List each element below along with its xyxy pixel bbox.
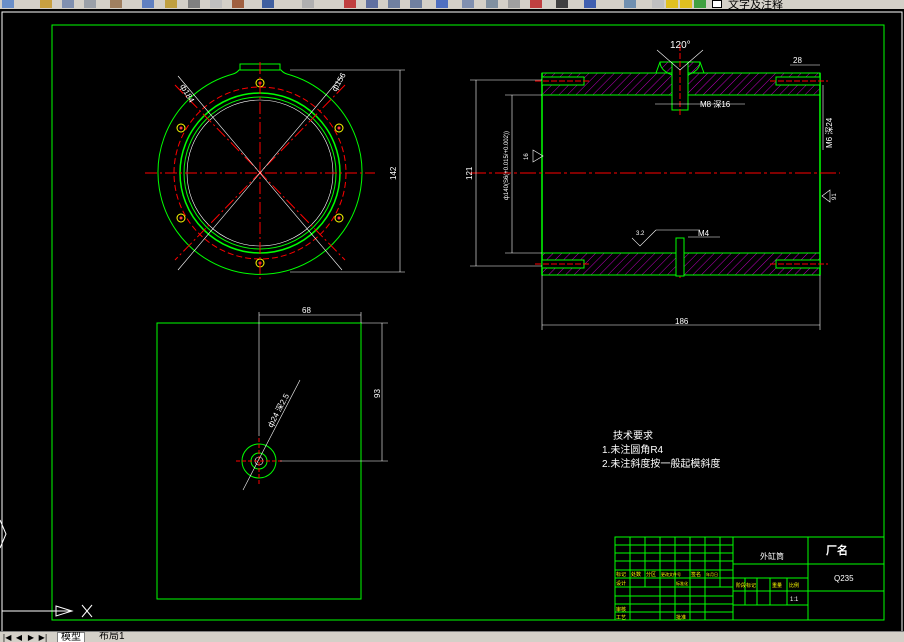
dim-left-outer: 121 xyxy=(465,166,474,180)
tb-label-bili: 比例 xyxy=(789,582,799,589)
tech-item-2: 2.未注斜度按一般起模斜度 xyxy=(602,457,720,470)
design-center-icon[interactable] xyxy=(462,0,474,8)
tb-label-shenhe: 审核 xyxy=(616,606,626,613)
zoom-previous-icon[interactable] xyxy=(366,0,378,8)
tb-label-biaozhunhua: 标准化 xyxy=(676,580,688,586)
lock-icon[interactable] xyxy=(680,0,692,8)
tb-part-name: 外缸筒 xyxy=(760,551,784,561)
tb-material: Q235 xyxy=(834,574,854,583)
dim-height: 142 xyxy=(389,166,398,180)
dim-inner: ф140(S6(+0.015/+0.002)) xyxy=(504,131,510,200)
tool-palette-icon[interactable] xyxy=(486,0,498,8)
print-icon[interactable] xyxy=(62,0,74,8)
plate-dim-width: 68 xyxy=(302,306,311,315)
dim-length: 186 xyxy=(675,317,689,326)
help-icon[interactable] xyxy=(584,0,596,8)
preview-icon[interactable] xyxy=(84,0,96,8)
undo-icon[interactable] xyxy=(210,0,222,8)
thread-m6: M6 深24 xyxy=(825,117,834,148)
calculator-icon[interactable] xyxy=(556,0,568,8)
sun-icon[interactable] xyxy=(666,0,678,8)
tb-label-gongyi: 工艺 xyxy=(616,615,626,621)
layout-tab-bar: |◀ ◀ ▶ ▶| 模型 布局1 xyxy=(0,631,904,642)
tb-company: 厂名 xyxy=(826,543,848,557)
open-icon[interactable] xyxy=(40,0,52,8)
save-icon[interactable] xyxy=(2,0,14,8)
roughness-left: 16 xyxy=(524,153,530,160)
drawing-canvas[interactable]: ф184 ф156 142 121 ф140(S6(+0.015/+0.002)… xyxy=(0,9,904,631)
zoom-out-icon[interactable] xyxy=(410,0,422,8)
roughness-small: 3.2 xyxy=(636,231,645,237)
thread-m8: M8 深16 xyxy=(700,100,731,109)
lightbulb-icon[interactable] xyxy=(652,0,664,8)
zoom-window-icon[interactable] xyxy=(344,0,356,8)
plate-dim-height: 93 xyxy=(373,389,382,398)
roughness-right: 91 xyxy=(832,193,838,200)
tb-label-fenqu: 分区 xyxy=(646,571,656,578)
dim-angle: 120° xyxy=(670,40,691,51)
layer-color-icon[interactable] xyxy=(712,0,722,8)
redo-icon[interactable] xyxy=(232,0,244,8)
tb-label-biaoji: 标记 xyxy=(616,571,626,578)
tb-scale: 1:1 xyxy=(790,597,799,603)
tb-label-nianyueri: 年月日 xyxy=(706,571,718,577)
tb-label-zhongliang: 重量 xyxy=(772,582,782,589)
copy-icon[interactable] xyxy=(142,0,154,8)
tb-label-pizhun: 批准 xyxy=(676,614,686,621)
thread-m4: M4 xyxy=(698,229,710,238)
sheet-set-icon[interactable] xyxy=(508,0,520,8)
color-swatch-icon[interactable] xyxy=(694,0,706,8)
tech-title: 技术要求 xyxy=(613,429,653,442)
cut-icon[interactable] xyxy=(110,0,122,8)
pan-icon[interactable] xyxy=(262,0,274,8)
markup-icon[interactable] xyxy=(530,0,542,8)
tb-label-genggai: 更改文件号 xyxy=(661,571,681,577)
tb-label-chushu: 处数 xyxy=(631,571,641,578)
zoom-in-icon[interactable] xyxy=(388,0,400,8)
zoom-realtime-icon[interactable] xyxy=(302,0,314,8)
dim-right: 28 xyxy=(793,56,802,65)
tb-label-qianming: 签名 xyxy=(691,571,701,578)
match-properties-icon[interactable] xyxy=(188,0,200,8)
tb-label-jieduan: 阶段标记 xyxy=(736,582,756,589)
paste-icon[interactable] xyxy=(165,0,177,8)
properties-icon[interactable] xyxy=(436,0,448,8)
tech-item-1: 1.未注圆角R4 xyxy=(602,443,664,456)
tb-label-sheji: 设计 xyxy=(616,580,626,587)
layer-icon[interactable] xyxy=(624,0,636,8)
